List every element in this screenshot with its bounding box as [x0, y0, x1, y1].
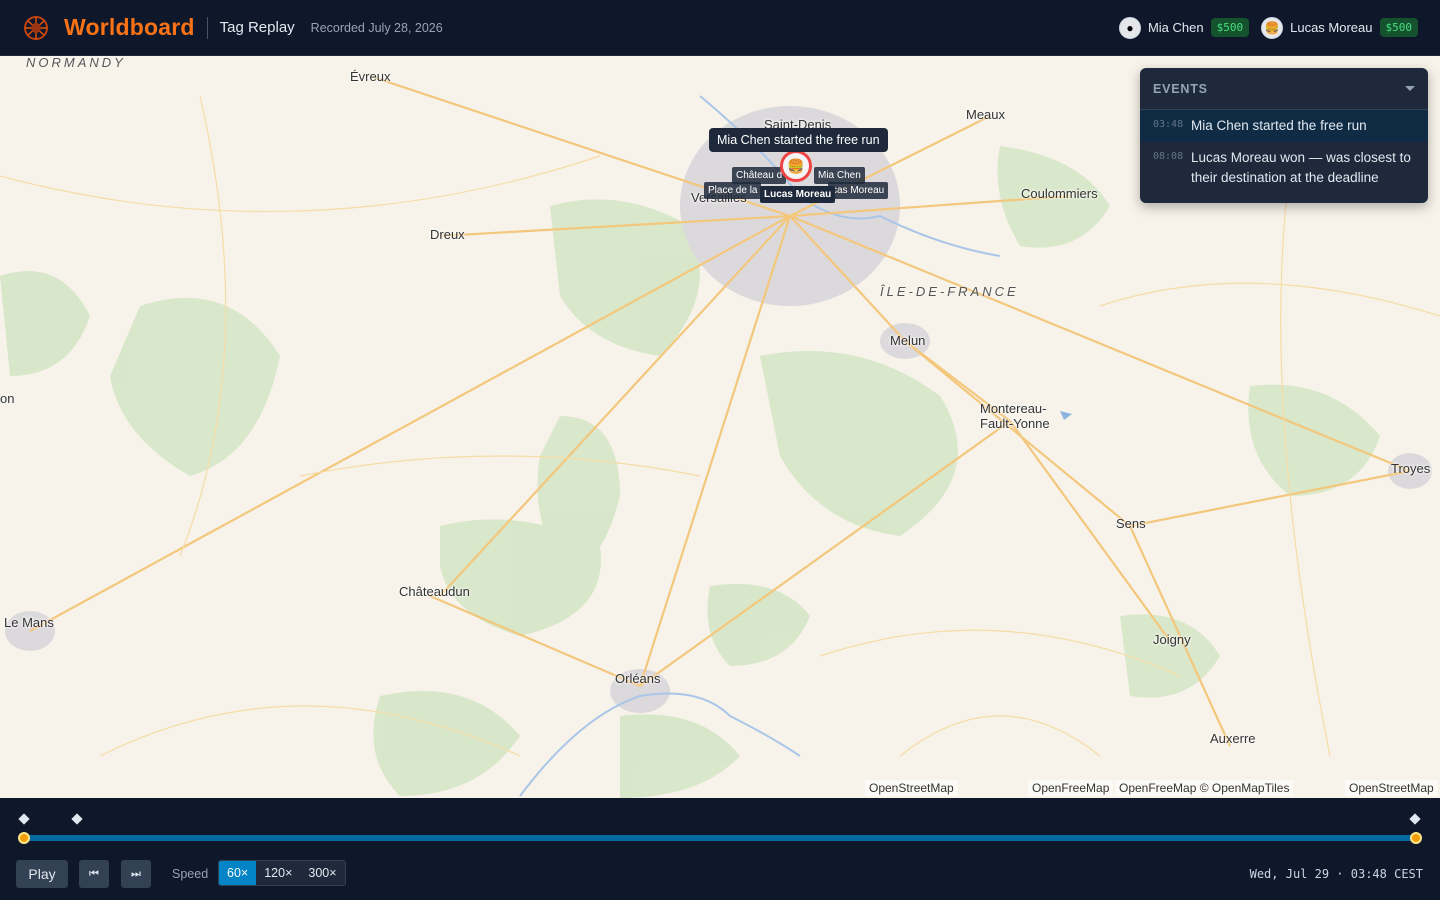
speed-option-60[interactable]: 60× [219, 861, 257, 885]
player-name: Mia Chen [1147, 20, 1204, 35]
skip-forward-icon[interactable]: ⏭ [121, 860, 151, 888]
replay-clock: Wed, Jul 29 · 03:48 CEST [1249, 867, 1423, 881]
speed-option-120[interactable]: 120× [256, 861, 301, 885]
place-label: Troyes [1391, 461, 1431, 476]
timeline-playhead[interactable] [1410, 832, 1422, 844]
map-attribution[interactable]: OpenStreetMap [865, 780, 958, 796]
event-time: 03:48 [1153, 119, 1184, 130]
app-title[interactable]: Worldboard [64, 14, 195, 41]
burger-icon: 🍔 [1261, 16, 1284, 39]
event-text: Lucas Moreau won — was closest to their … [1191, 150, 1411, 185]
recorded-date: Recorded July 28, 2026 [310, 20, 443, 35]
player-chip-lucas[interactable]: cas Moreau [828, 182, 889, 199]
player-lucas: 🍔 Lucas Moreau $500 [1261, 16, 1418, 39]
place-label: Orléans [615, 671, 661, 686]
player-mia: ● Mia Chen $500 [1118, 16, 1250, 39]
event-tooltip: Mia Chen started the free run [709, 128, 888, 152]
region-label: ÎLE-DE-FRANCE [880, 284, 1019, 299]
playback-bar: Play ⏮ ⏭ Speed 60× 120× 300× Wed, Jul 29… [0, 798, 1440, 900]
place-label: Joigny [1153, 632, 1191, 647]
event-text: Mia Chen started the free run [1191, 118, 1367, 133]
event-marker-icon[interactable] [1409, 813, 1421, 825]
burger-icon[interactable]: 🍔 [780, 150, 812, 182]
timeline-track[interactable] [24, 835, 1416, 841]
event-marker-icon[interactable] [18, 813, 30, 825]
place-label: Melun [890, 333, 926, 348]
place-label: Dreux [430, 227, 465, 242]
place-label: Auxerre [1210, 731, 1256, 746]
caret-down-icon[interactable] [1405, 86, 1415, 91]
event-item[interactable]: 03:48 Mia Chen started the free run [1140, 110, 1428, 142]
speed-option-300[interactable]: 300× [300, 861, 345, 885]
events-panel: EVENTS 03:48 Mia Chen started the free r… [1140, 68, 1428, 203]
player-money: $500 [1379, 18, 1418, 37]
player-money: $500 [1210, 18, 1250, 37]
map-attribution[interactable]: OpenFreeMap [1028, 780, 1114, 796]
region-label: NORMANDY [26, 56, 126, 70]
place-label: on [0, 391, 15, 406]
title-divider [206, 16, 208, 39]
place-label: Évreux [350, 69, 391, 84]
place-label: Coulommiers [1021, 186, 1098, 201]
event-marker-icon[interactable] [71, 813, 83, 825]
event-time: 08:08 [1153, 151, 1184, 162]
place-label: Le Mans [4, 615, 54, 630]
events-header[interactable]: EVENTS [1140, 68, 1428, 110]
robot-face-icon: ● [1118, 16, 1141, 39]
worldboard-logo-icon [24, 15, 48, 40]
player-name: Lucas Moreau [1290, 20, 1373, 35]
speed-label: Speed [172, 867, 209, 881]
event-item[interactable]: 08:08 Lucas Moreau won — was closest to … [1140, 142, 1428, 194]
speed-selector: 60× 120× 300× [218, 860, 346, 886]
place-label: Montereau- [980, 401, 1047, 416]
page-title: Tag Replay [219, 19, 295, 36]
play-button[interactable]: Play [16, 860, 68, 888]
place-label: Sens [1116, 516, 1146, 531]
player-list: ● Mia Chen $500 🍔 Lucas Moreau $500 [1118, 16, 1418, 39]
map-attribution[interactable]: OpenFreeMap © OpenMapTiles [1115, 780, 1294, 796]
events-title: EVENTS [1153, 81, 1208, 96]
top-bar: Worldboard Tag Replay Recorded July 28, … [0, 0, 1440, 56]
place-label: Meaux [966, 107, 1006, 122]
map-attribution[interactable]: OpenStreetMap [1345, 780, 1438, 796]
place-label: Châteaudun [399, 584, 470, 599]
skip-back-icon[interactable]: ⏮ [79, 860, 109, 888]
timeline-start-knob[interactable] [18, 832, 30, 844]
place-label: Fault-Yonne [980, 416, 1050, 431]
player-chip-lucas-main[interactable]: Lucas Moreau [760, 186, 836, 203]
poi-chip[interactable]: Place de la [704, 182, 762, 199]
